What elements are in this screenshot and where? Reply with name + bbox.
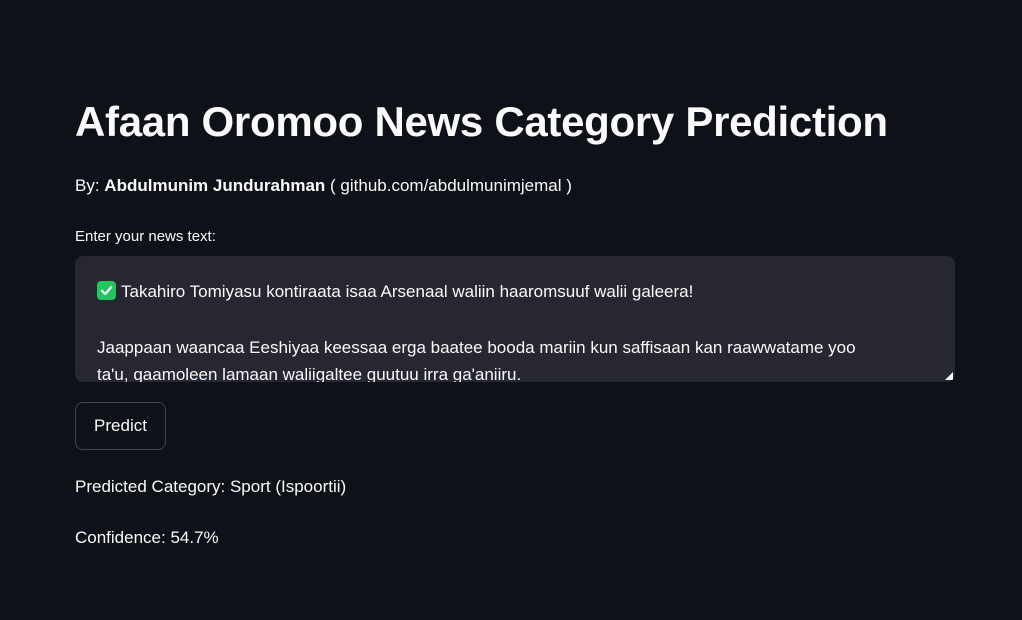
- byline: By: Abdulmunim Jundurahman ( github.com/…: [75, 174, 572, 198]
- byline-prefix: By:: [75, 176, 100, 195]
- news-line-1: Takahiro Tomiyasu kontiraata isaa Arsena…: [97, 278, 927, 305]
- check-icon: [97, 281, 116, 300]
- news-text-label: Enter your news text:: [75, 228, 216, 245]
- news-line-1-text: Takahiro Tomiyasu kontiraata isaa Arsena…: [121, 282, 694, 301]
- predicted-category: Predicted Category: Sport (Ispoortii): [75, 477, 347, 496]
- app-page: Afaan Oromoo News Category Prediction By…: [0, 0, 1022, 620]
- author-name: Abdulmunim Jundurahman: [104, 176, 326, 195]
- confidence-value: Confidence: 54.7%: [75, 528, 219, 547]
- predict-button[interactable]: Predict: [75, 402, 166, 450]
- news-text-input[interactable]: Takahiro Tomiyasu kontiraata isaa Arsena…: [75, 256, 955, 382]
- github-link[interactable]: ( github.com/abdulmunimjemal ): [330, 176, 572, 195]
- resize-handle-icon[interactable]: [945, 372, 953, 380]
- page-title: Afaan Oromoo News Category Prediction: [75, 98, 888, 145]
- news-line-3: ta'u, qaamoleen lamaan waliigaltee guutu…: [97, 365, 522, 382]
- news-line-2: Jaappaan waancaa Eeshiyaa keessaa erga b…: [97, 338, 856, 357]
- news-text-content[interactable]: Takahiro Tomiyasu kontiraata isaa Arsena…: [97, 278, 927, 382]
